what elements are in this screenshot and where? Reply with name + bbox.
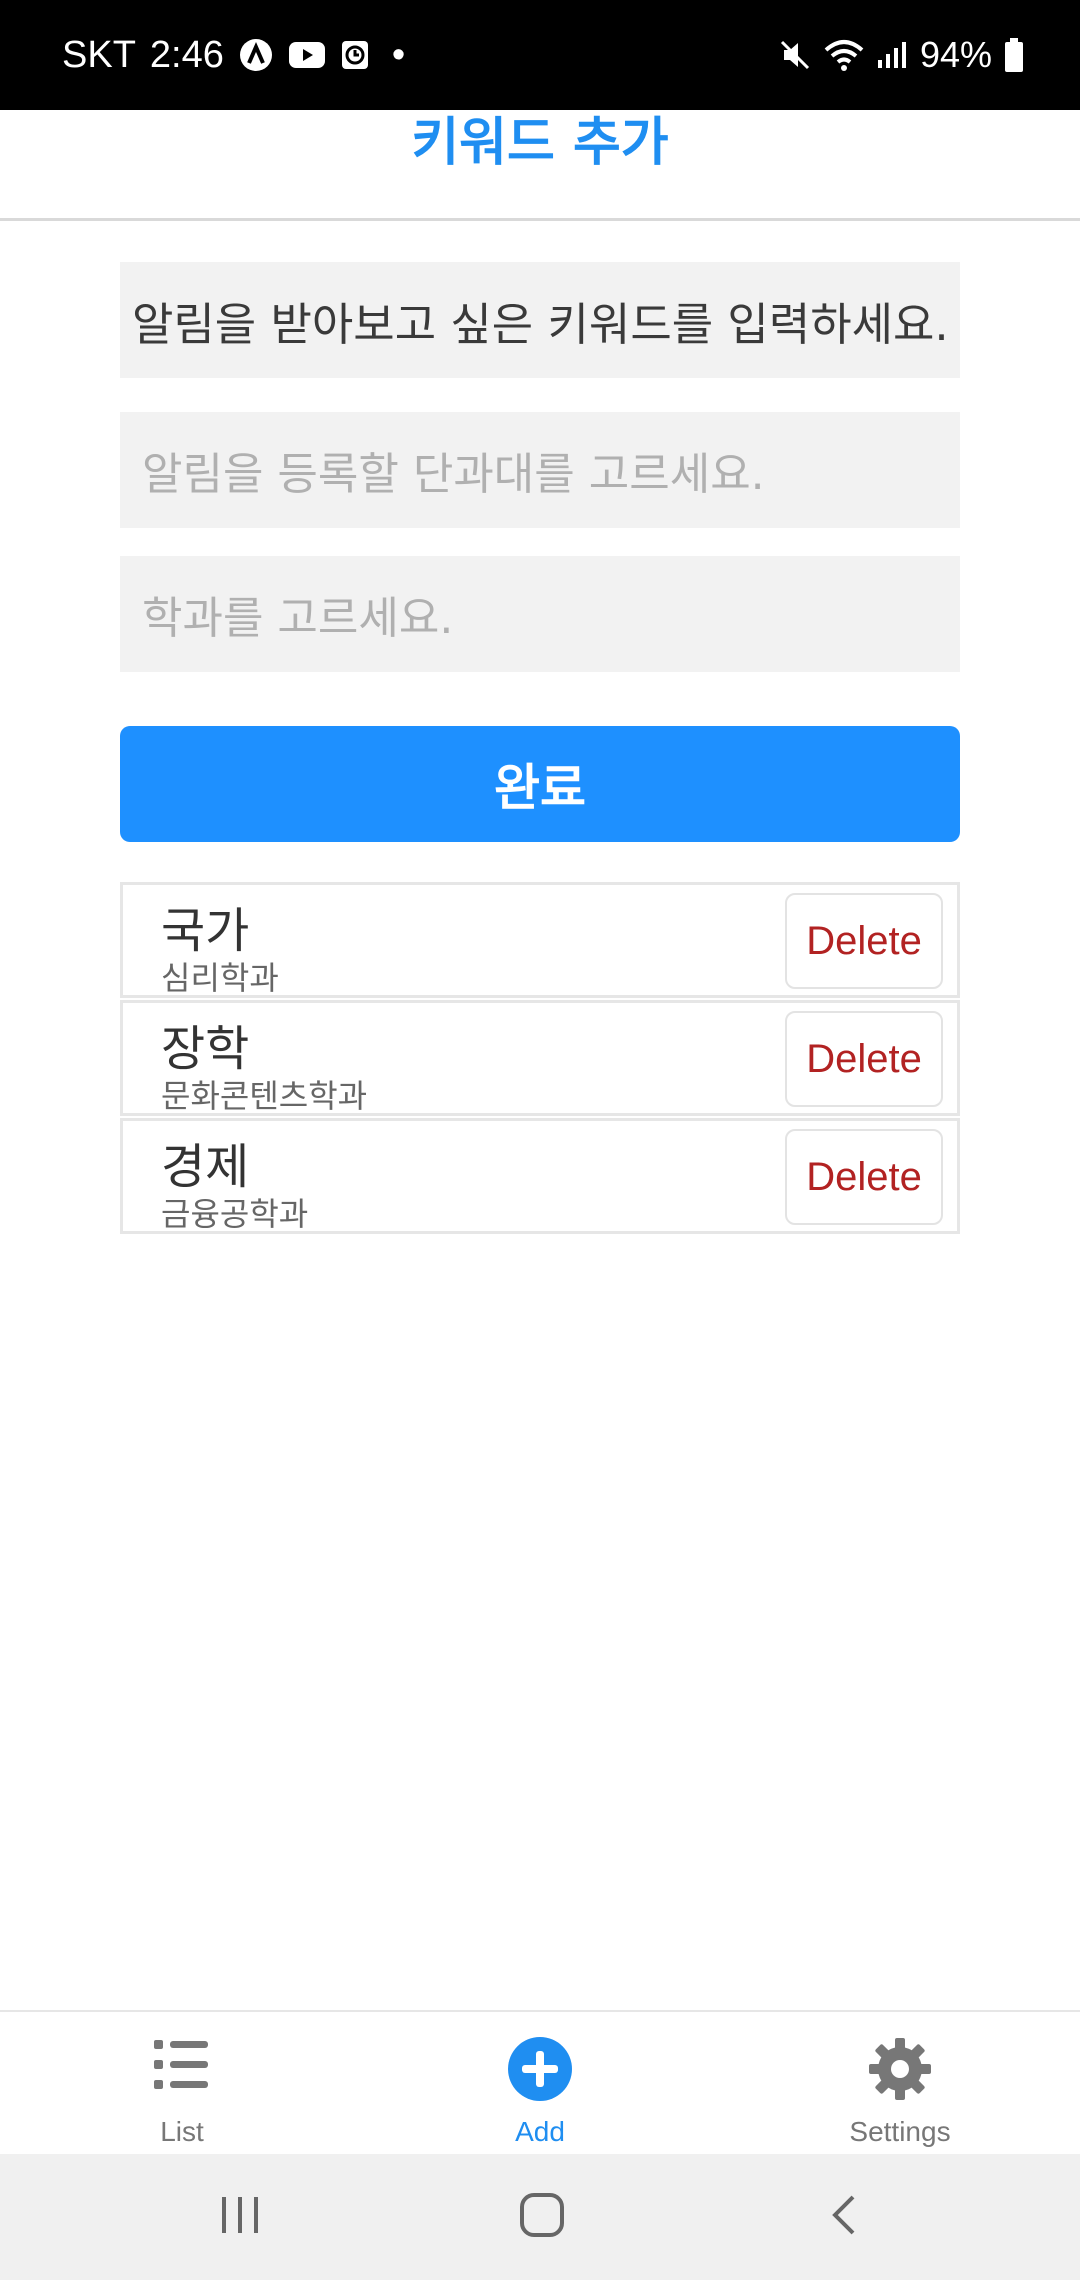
tab-settings[interactable]: Settings: [790, 2012, 1010, 2156]
tab-settings-label: Settings: [849, 2116, 951, 2147]
tab-add-label: Add: [515, 2116, 565, 2147]
delete-button[interactable]: Delete: [785, 1011, 943, 1107]
tab-add[interactable]: Add: [430, 2012, 650, 2156]
department-select[interactable]: 학과를 고르세요.: [120, 556, 960, 672]
gear-icon: [867, 2036, 933, 2106]
status-bar-left: SKT 2:46 •: [62, 0, 405, 110]
youtube-icon: [288, 40, 326, 70]
delete-button[interactable]: Delete: [785, 893, 943, 989]
status-bar-right: 94%: [778, 0, 1024, 110]
keyword-department: 심리학과: [161, 959, 279, 997]
submit-button-label: 완료: [494, 759, 586, 817]
battery-percent: 94%: [919, 34, 992, 75]
signal-icon: [876, 40, 908, 70]
page-header: 키워드 추가: [0, 110, 1080, 221]
bottom-tab-bar: List Add Settings: [0, 2010, 1080, 2156]
list-icon: [152, 2036, 212, 2096]
recent-apps-button[interactable]: [180, 2154, 300, 2280]
add-circle-icon: [507, 2036, 573, 2106]
list-item: 국가 심리학과 Delete: [120, 882, 960, 998]
department-select-placeholder: 학과를 고르세요.: [142, 593, 454, 644]
page-title: 키워드 추가: [411, 113, 669, 173]
home-button[interactable]: [482, 2154, 602, 2280]
delete-button[interactable]: Delete: [785, 1129, 943, 1225]
back-icon: [829, 2193, 859, 2241]
status-bar: SKT 2:46 • 94%: [0, 0, 1080, 110]
recent-apps-icon: [218, 2195, 262, 2239]
mute-icon: [778, 38, 812, 72]
carrier-label: SKT: [62, 33, 136, 76]
delete-button-label: Delete: [806, 918, 922, 963]
keyword-department: 금융공학과: [161, 1195, 309, 1233]
back-button[interactable]: [784, 2154, 904, 2280]
tab-list[interactable]: List: [72, 2012, 292, 2156]
keyword-list: 국가 심리학과 Delete 장학 문화콘텐츠학과 Delete 경제 금융공학…: [120, 882, 960, 1236]
keyword-input[interactable]: 알림을 받아보고 싶은 키워드를 입력하세요.: [120, 262, 960, 378]
clock-app-icon: [340, 39, 370, 71]
battery-icon: [1004, 38, 1024, 72]
keyword-title: 국가: [161, 903, 250, 959]
college-select-placeholder: 알림을 등록할 단과대를 고르세요.: [142, 449, 765, 500]
list-item: 장학 문화콘텐츠학과 Delete: [120, 1000, 960, 1116]
keyword-title: 장학: [161, 1021, 250, 1077]
delete-button-label: Delete: [806, 1036, 922, 1081]
list-item: 경제 금융공학과 Delete: [120, 1118, 960, 1234]
app-a-icon: [238, 37, 274, 73]
keyword-title: 경제: [161, 1139, 250, 1195]
home-icon: [519, 2192, 565, 2242]
keyword-input-text: 알림을 받아보고 싶은 키워드를 입력하세요.: [132, 297, 949, 351]
delete-button-label: Delete: [806, 1154, 922, 1199]
system-nav-bar: [0, 2154, 1080, 2280]
wifi-icon: [824, 38, 864, 72]
notification-dot: •: [391, 33, 406, 76]
tab-list-label: List: [160, 2116, 204, 2147]
clock-time: 2:46: [149, 33, 224, 76]
college-select[interactable]: 알림을 등록할 단과대를 고르세요.: [120, 412, 960, 528]
submit-button[interactable]: 완료: [120, 726, 960, 842]
keyword-department: 문화콘텐츠학과: [161, 1077, 368, 1115]
